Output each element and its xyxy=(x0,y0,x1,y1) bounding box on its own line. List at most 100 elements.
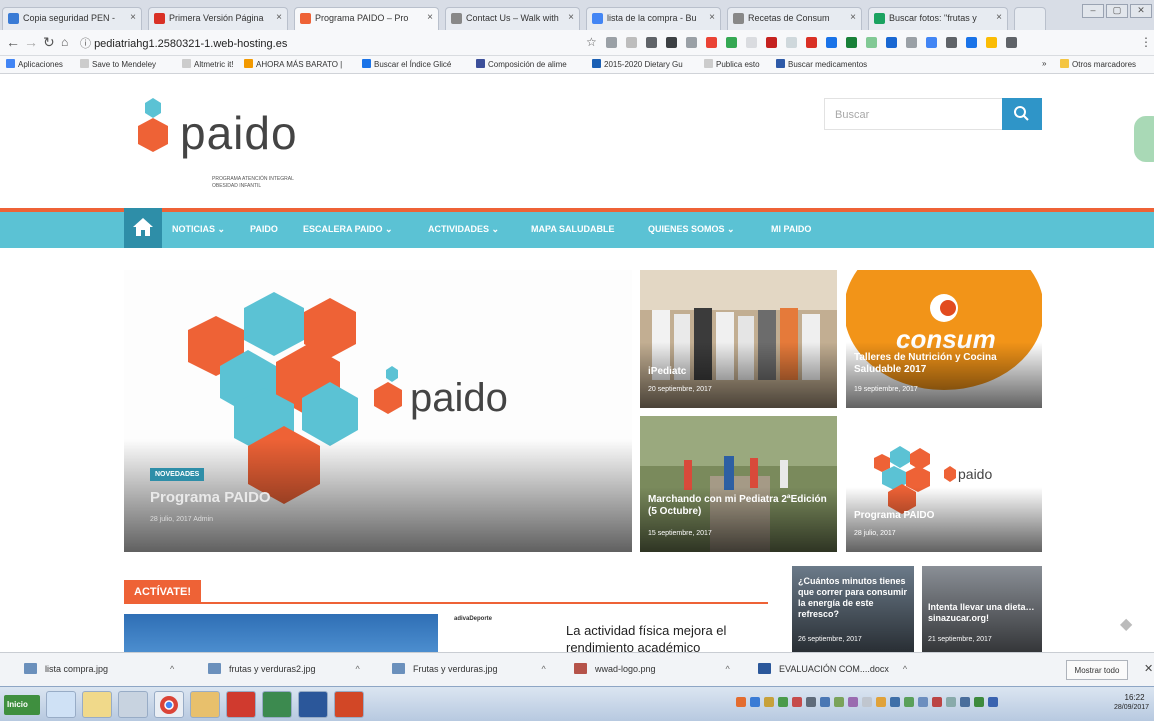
home-button[interactable] xyxy=(124,208,162,248)
ie-taskbar-icon[interactable] xyxy=(46,691,76,718)
extension-icon[interactable] xyxy=(626,37,637,48)
extension-icon[interactable] xyxy=(786,37,797,48)
chevron-up-icon[interactable]: ^ xyxy=(903,664,907,674)
download-item[interactable]: EVALUACIÓN COM....docx ^ xyxy=(758,663,907,674)
extension-icon[interactable] xyxy=(966,37,977,48)
download-item[interactable]: frutas y verduras2.jpg ^ xyxy=(208,663,360,674)
chevron-up-icon[interactable]: ^ xyxy=(726,664,730,674)
volume-icon[interactable] xyxy=(960,697,970,707)
show-all-downloads-button[interactable]: Mostrar todo xyxy=(1066,660,1128,680)
close-icon[interactable]: × xyxy=(709,12,715,23)
chrome-taskbar-icon[interactable] xyxy=(154,691,184,718)
tray-icon[interactable] xyxy=(750,697,760,707)
app-taskbar-icon[interactable] xyxy=(190,691,220,718)
start-button[interactable]: Inicio xyxy=(4,695,40,715)
extension-icon[interactable] xyxy=(606,37,617,48)
close-icon[interactable]: × xyxy=(130,12,136,23)
featured-post[interactable]: paido NOVEDADES Programa PAIDO 28 julio,… xyxy=(124,270,632,552)
bookmark-item[interactable]: Publica esto xyxy=(704,59,760,69)
tray-icon[interactable] xyxy=(904,697,914,707)
chevron-up-icon[interactable]: ^ xyxy=(542,664,546,674)
extension-icon[interactable] xyxy=(886,37,897,48)
tray-icon[interactable] xyxy=(918,697,928,707)
forward-icon[interactable]: → xyxy=(24,34,38,50)
extension-icon[interactable] xyxy=(946,37,957,48)
nav-paido[interactable]: PAIDO xyxy=(250,224,278,234)
category-badge[interactable]: NOVEDADES xyxy=(150,468,205,481)
nav-quienes-somos[interactable]: QUIENES SOMOS ⌄ xyxy=(648,224,735,235)
featured-title[interactable]: Programa PAIDO xyxy=(150,490,271,505)
acrobat-taskbar-icon[interactable] xyxy=(226,691,256,718)
close-icon[interactable]: × xyxy=(427,12,433,23)
tile-title[interactable]: Intenta llevar una dieta…sinazucar.org! xyxy=(928,602,1040,624)
extension-icon[interactable] xyxy=(986,37,997,48)
url-field[interactable]: ⓘ pediatriahg1.2580321-1.web-hosting.es xyxy=(80,35,287,51)
tray-icon[interactable] xyxy=(792,697,802,707)
nav-actividades[interactable]: ACTIVIDADES ⌄ xyxy=(428,224,499,235)
article-image[interactable] xyxy=(124,614,438,652)
post-tile[interactable]: iPediatc 20 septiembre, 2017 xyxy=(640,270,837,408)
flag-icon[interactable] xyxy=(988,697,998,707)
other-bookmarks[interactable]: Otros marcadores xyxy=(1060,59,1136,69)
new-tab-button[interactable] xyxy=(1014,7,1046,30)
bookmark-item[interactable]: Composición de alime xyxy=(476,59,567,69)
tile-title[interactable]: Talleres de Nutrición y Cocina Saludable… xyxy=(854,352,1034,376)
tray-icon[interactable] xyxy=(946,697,956,707)
extension-icon[interactable] xyxy=(726,37,737,48)
extension-icon[interactable] xyxy=(866,37,877,48)
close-icon[interactable]: × xyxy=(276,12,282,23)
side-widget-tab[interactable] xyxy=(1134,116,1154,162)
extension-icon[interactable] xyxy=(686,37,697,48)
tray-icon[interactable] xyxy=(932,697,942,707)
extension-icon[interactable] xyxy=(906,37,917,48)
chevron-up-icon[interactable]: ^ xyxy=(356,664,360,674)
tray-icon[interactable] xyxy=(834,697,844,707)
minimize-button[interactable]: ‒ xyxy=(1082,4,1104,18)
window-close-button[interactable]: ✕ xyxy=(1130,4,1152,18)
chevron-up-icon[interactable]: ^ xyxy=(170,664,174,674)
carousel-next-icon[interactable]: ◆ xyxy=(1120,614,1132,634)
close-icon[interactable]: × xyxy=(568,12,574,23)
maximize-button[interactable]: ▢ xyxy=(1106,4,1128,18)
explorer-taskbar-icon[interactable] xyxy=(82,691,112,718)
nav-mapa-saludable[interactable]: MAPA SALUDABLE xyxy=(531,224,615,234)
menu-dots-icon[interactable]: ⋮ xyxy=(1140,35,1152,49)
browser-tab-active[interactable]: Programa PAIDO – Pro × xyxy=(294,7,439,30)
home-icon[interactable]: ⌂ xyxy=(61,35,68,49)
post-tile-small[interactable]: Intenta llevar una dieta…sinazucar.org! … xyxy=(922,566,1042,652)
nav-escalera-paido[interactable]: ESCALERA PAIDO ⌄ xyxy=(303,224,393,235)
bookmark-item[interactable]: Altmetric it! xyxy=(182,59,234,69)
search-input[interactable]: Buscar xyxy=(835,109,869,121)
nav-noticias[interactable]: NOTICIAS ⌄ xyxy=(172,224,225,235)
browser-tab[interactable]: lista de la compra - Bu × xyxy=(586,7,721,30)
extension-icon[interactable] xyxy=(1006,37,1017,48)
close-downloads-icon[interactable]: ✕ xyxy=(1144,662,1153,675)
browser-tab[interactable]: Recetas de Consum × xyxy=(727,7,862,30)
post-tile[interactable]: consum Talleres de Nutrición y Cocina Sa… xyxy=(846,270,1042,408)
network-icon[interactable] xyxy=(974,697,984,707)
post-tile[interactable]: Marchando con mi Pediatra 2ªEdición (5 O… xyxy=(640,416,837,552)
excel-taskbar-icon[interactable] xyxy=(262,691,292,718)
tray-icon[interactable] xyxy=(848,697,858,707)
bookmark-item[interactable]: 2015-2020 Dietary Gu xyxy=(592,59,683,69)
tray-icon[interactable] xyxy=(778,697,788,707)
article-thumbnail[interactable]: adivaDeporte xyxy=(448,612,558,652)
browser-tab[interactable]: Primera Versión Página × xyxy=(148,7,288,30)
close-icon[interactable]: × xyxy=(996,12,1002,23)
post-tile-small[interactable]: ¿Cuántos minutos tienes que correr para … xyxy=(792,566,914,652)
download-item[interactable]: wwad-logo.png ^ xyxy=(574,663,730,674)
extension-icon[interactable] xyxy=(826,37,837,48)
browser-tab[interactable]: Buscar fotos: "frutas y × xyxy=(868,7,1008,30)
bookmark-star-icon[interactable]: ☆ xyxy=(586,35,597,49)
close-icon[interactable]: × xyxy=(850,12,856,23)
section-title[interactable]: ACTÍVATE! xyxy=(124,580,202,604)
powerpoint-taskbar-icon[interactable] xyxy=(334,691,364,718)
extension-icon[interactable] xyxy=(846,37,857,48)
extension-icon[interactable] xyxy=(806,37,817,48)
tray-icon[interactable] xyxy=(890,697,900,707)
system-clock[interactable]: 16:22 28/09/2017 xyxy=(1114,693,1149,713)
tile-title[interactable]: iPediatc xyxy=(648,366,686,378)
browser-tab[interactable]: Copia seguridad PEN - × xyxy=(2,7,142,30)
reload-icon[interactable]: ↻ xyxy=(43,34,55,51)
extension-icon[interactable] xyxy=(766,37,777,48)
